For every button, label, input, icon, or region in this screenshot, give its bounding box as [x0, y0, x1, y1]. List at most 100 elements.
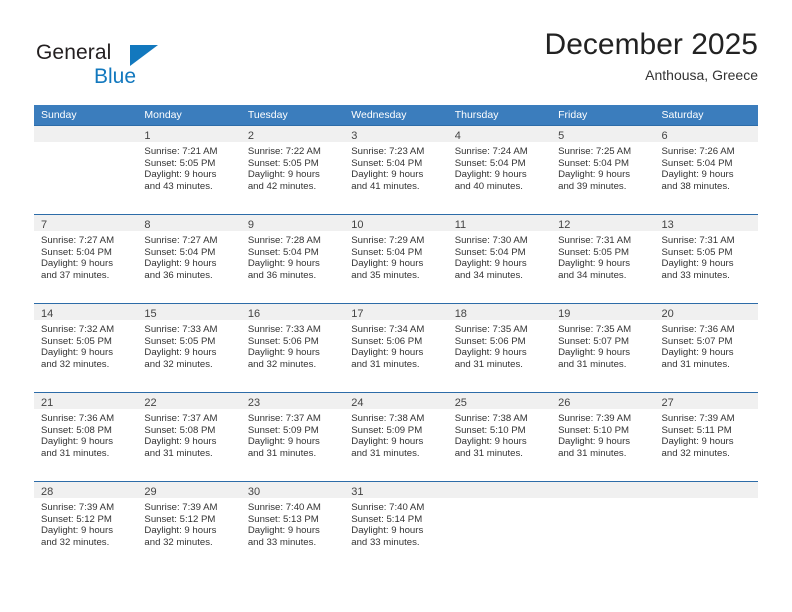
day-number-band: 31: [344, 482, 448, 498]
daylight-line2: and 31 minutes.: [351, 358, 420, 370]
day-cell[interactable]: [551, 482, 655, 570]
week-row: 1 Sunrise: 7:21 AM Sunset: 5:05 PM Dayli…: [34, 125, 758, 214]
day-number-band: 25: [447, 393, 552, 409]
day-number-band: 16: [240, 304, 345, 320]
sunset-time: Sunset: 5:06 PM: [247, 335, 319, 347]
sunset-time: Sunset: 5:14 PM: [351, 513, 423, 525]
day-number-band: 6: [654, 126, 758, 142]
sunrise-time: Sunrise: 7:30 AM: [454, 235, 528, 246]
day-number-band: 20: [654, 304, 758, 320]
day-cell[interactable]: [654, 482, 758, 570]
day-number: 1: [144, 130, 151, 142]
sunrise-time: Sunrise: 7:39 AM: [41, 502, 115, 513]
day-number: 20: [661, 308, 674, 320]
sunset-time: Sunset: 5:05 PM: [661, 246, 733, 258]
daylight-line1: Daylight: 9 hours: [454, 347, 527, 359]
generalblue-logo[interactable]: General Blue: [34, 28, 234, 90]
day-cell[interactable]: 30 Sunrise: 7:40 AM Sunset: 5:13 PM Dayl…: [240, 482, 345, 570]
day-number: 5: [558, 130, 565, 142]
day-details: Sunrise: 7:33 AM Sunset: 5:05 PM Dayligh…: [137, 320, 240, 370]
day-cell[interactable]: 8 Sunrise: 7:27 AM Sunset: 5:04 PM Dayli…: [137, 215, 241, 303]
day-cell[interactable]: 28 Sunrise: 7:39 AM Sunset: 5:12 PM Dayl…: [34, 482, 138, 570]
weekday-header-monday: Monday: [144, 109, 182, 121]
day-cell[interactable]: 31 Sunrise: 7:40 AM Sunset: 5:14 PM Dayl…: [344, 482, 448, 570]
daylight-line1: Daylight: 9 hours: [247, 347, 320, 359]
sunset-time: Sunset: 5:10 PM: [454, 424, 526, 436]
day-cell[interactable]: 15 Sunrise: 7:33 AM Sunset: 5:05 PM Dayl…: [137, 304, 241, 392]
day-number-band: 15: [137, 304, 241, 320]
day-cell[interactable]: 14 Sunrise: 7:32 AM Sunset: 5:05 PM Dayl…: [34, 304, 138, 392]
day-number-band: 7: [34, 215, 138, 231]
daylight-line1: Daylight: 9 hours: [351, 525, 424, 537]
sunset-time: Sunset: 5:05 PM: [41, 335, 112, 347]
day-cell[interactable]: 23 Sunrise: 7:37 AM Sunset: 5:09 PM Dayl…: [240, 393, 345, 481]
day-cell[interactable]: 20 Sunrise: 7:36 AM Sunset: 5:07 PM Dayl…: [654, 304, 758, 392]
weekday-header-tuesday: Tuesday: [247, 109, 288, 121]
weekday-header-saturday: Saturday: [661, 109, 704, 121]
day-cell[interactable]: 5 Sunrise: 7:25 AM Sunset: 5:04 PM Dayli…: [551, 126, 655, 214]
daylight-line1: Daylight: 9 hours: [144, 169, 217, 181]
day-cell[interactable]: 27 Sunrise: 7:39 AM Sunset: 5:11 PM Dayl…: [654, 393, 758, 481]
day-cell[interactable]: 12 Sunrise: 7:31 AM Sunset: 5:05 PM Dayl…: [551, 215, 655, 303]
day-cell[interactable]: 9 Sunrise: 7:28 AM Sunset: 5:04 PM Dayli…: [240, 215, 345, 303]
day-number-band: 28: [34, 482, 138, 498]
day-details: Sunrise: 7:35 AM Sunset: 5:07 PM Dayligh…: [551, 320, 654, 370]
day-cell[interactable]: 4 Sunrise: 7:24 AM Sunset: 5:04 PM Dayli…: [447, 126, 552, 214]
daylight-line1: Daylight: 9 hours: [558, 347, 631, 359]
day-number-band: 11: [447, 215, 552, 231]
day-number-band: [447, 482, 552, 498]
daylight-line2: and 31 minutes.: [144, 447, 213, 459]
sunrise-time: Sunrise: 7:37 AM: [247, 413, 321, 424]
sunrise-time: Sunrise: 7:35 AM: [558, 324, 632, 335]
day-cell[interactable]: 16 Sunrise: 7:33 AM Sunset: 5:06 PM Dayl…: [240, 304, 345, 392]
day-cell[interactable]: 11 Sunrise: 7:30 AM Sunset: 5:04 PM Dayl…: [447, 215, 552, 303]
daylight-line1: Daylight: 9 hours: [661, 258, 734, 270]
logo-text-general: General: [36, 41, 112, 64]
day-number-band: 13: [654, 215, 758, 231]
day-cell[interactable]: [34, 126, 138, 214]
day-cell[interactable]: 3 Sunrise: 7:23 AM Sunset: 5:04 PM Dayli…: [344, 126, 448, 214]
day-cell[interactable]: 19 Sunrise: 7:35 AM Sunset: 5:07 PM Dayl…: [551, 304, 655, 392]
day-cell[interactable]: 1 Sunrise: 7:21 AM Sunset: 5:05 PM Dayli…: [137, 126, 241, 214]
day-cell[interactable]: 24 Sunrise: 7:38 AM Sunset: 5:09 PM Dayl…: [344, 393, 448, 481]
day-cell[interactable]: 18 Sunrise: 7:35 AM Sunset: 5:06 PM Dayl…: [447, 304, 552, 392]
sunrise-time: Sunrise: 7:38 AM: [351, 413, 425, 424]
sunset-time: Sunset: 5:05 PM: [558, 246, 630, 258]
daylight-line1: Daylight: 9 hours: [247, 169, 320, 181]
day-cell[interactable]: [447, 482, 552, 570]
daylight-line2: and 41 minutes.: [351, 180, 420, 192]
daylight-line2: and 33 minutes.: [351, 536, 420, 548]
day-cell[interactable]: 26 Sunrise: 7:39 AM Sunset: 5:10 PM Dayl…: [551, 393, 655, 481]
daylight-line2: and 42 minutes.: [247, 180, 317, 192]
day-cell[interactable]: 25 Sunrise: 7:38 AM Sunset: 5:10 PM Dayl…: [447, 393, 552, 481]
day-number-band: 2: [240, 126, 345, 142]
daylight-line2: and 31 minutes.: [558, 447, 627, 459]
day-cell[interactable]: 22 Sunrise: 7:37 AM Sunset: 5:08 PM Dayl…: [137, 393, 241, 481]
daylight-line1: Daylight: 9 hours: [558, 169, 631, 181]
sunrise-time: Sunrise: 7:38 AM: [454, 413, 528, 424]
sunrise-time: Sunrise: 7:36 AM: [661, 324, 735, 335]
day-cell[interactable]: 6 Sunrise: 7:26 AM Sunset: 5:04 PM Dayli…: [654, 126, 758, 214]
day-number: 22: [144, 397, 157, 409]
daylight-line2: and 32 minutes.: [661, 447, 730, 459]
day-cell[interactable]: 13 Sunrise: 7:31 AM Sunset: 5:05 PM Dayl…: [654, 215, 758, 303]
daylight-line1: Daylight: 9 hours: [144, 525, 217, 537]
daylight-line1: Daylight: 9 hours: [41, 525, 113, 537]
sunset-time: Sunset: 5:07 PM: [661, 335, 733, 347]
title-block: December 2025 Anthousa, Greece: [545, 28, 758, 83]
day-cell[interactable]: 17 Sunrise: 7:34 AM Sunset: 5:06 PM Dayl…: [344, 304, 448, 392]
day-number: 27: [661, 397, 674, 409]
sunrise-time: Sunrise: 7:27 AM: [144, 235, 218, 246]
day-cell[interactable]: 29 Sunrise: 7:39 AM Sunset: 5:12 PM Dayl…: [137, 482, 241, 570]
day-cell[interactable]: 21 Sunrise: 7:36 AM Sunset: 5:08 PM Dayl…: [34, 393, 138, 481]
day-details: Sunrise: 7:36 AM Sunset: 5:07 PM Dayligh…: [655, 320, 758, 370]
daylight-line1: Daylight: 9 hours: [247, 258, 320, 270]
sunrise-time: Sunrise: 7:28 AM: [247, 235, 321, 246]
sunset-time: Sunset: 5:06 PM: [351, 335, 423, 347]
day-cell[interactable]: 10 Sunrise: 7:29 AM Sunset: 5:04 PM Dayl…: [344, 215, 448, 303]
page-title: December 2025: [544, 28, 758, 61]
day-cell[interactable]: 7 Sunrise: 7:27 AM Sunset: 5:04 PM Dayli…: [34, 215, 138, 303]
day-cell[interactable]: 2 Sunrise: 7:22 AM Sunset: 5:05 PM Dayli…: [240, 126, 345, 214]
sunset-time: Sunset: 5:04 PM: [454, 157, 526, 169]
day-number: 13: [661, 219, 674, 231]
